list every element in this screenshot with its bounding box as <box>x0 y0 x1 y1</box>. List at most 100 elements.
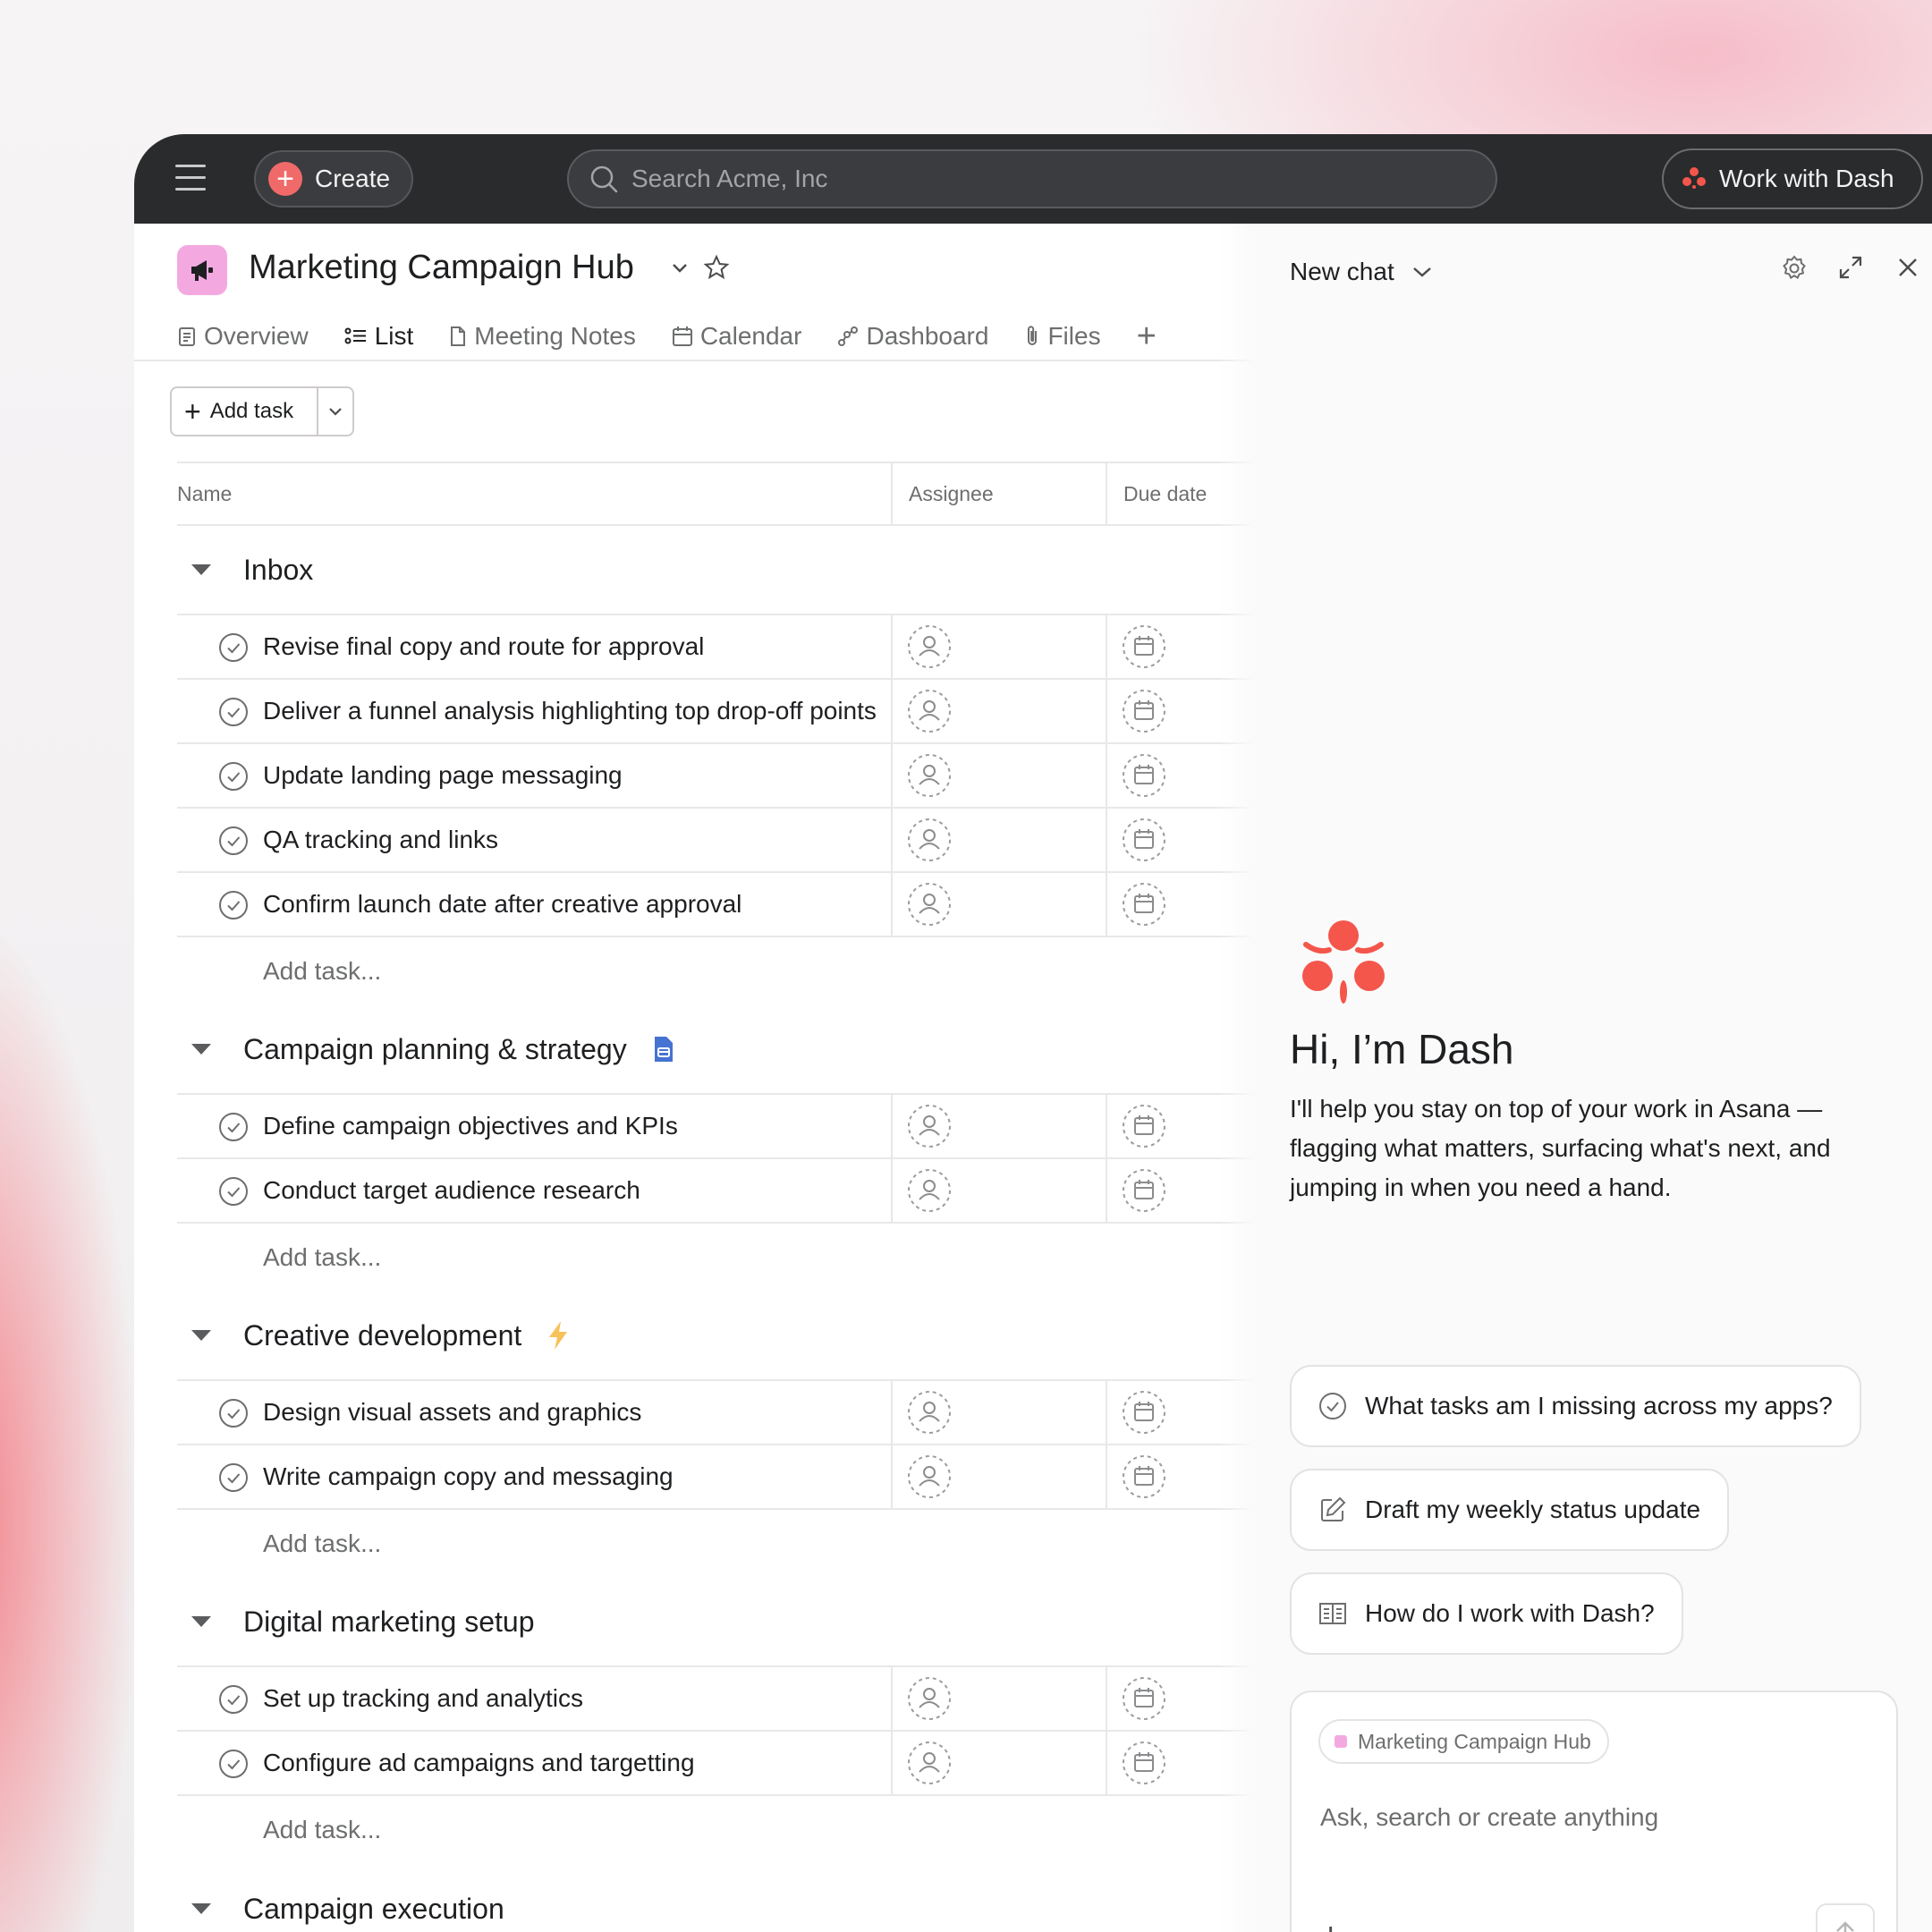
task-name[interactable]: QA tracking and links <box>263 809 891 871</box>
due-date-calendar-icon[interactable] <box>1122 1676 1166 1721</box>
assignee-avatar-icon[interactable] <box>907 882 952 927</box>
task-complete-toggle[interactable] <box>218 826 249 862</box>
task-complete-toggle[interactable] <box>218 1398 249 1435</box>
task-name[interactable]: Design visual assets and graphics <box>263 1381 891 1444</box>
tab-meeting-notes[interactable]: Meeting Notes <box>449 322 636 351</box>
section-header[interactable]: Digital marketing setup <box>177 1578 1254 1667</box>
due-date-calendar-icon[interactable] <box>1122 1454 1166 1499</box>
table-row[interactable]: Conduct target audience research <box>177 1159 1254 1224</box>
assignee-avatar-icon[interactable] <box>907 818 952 862</box>
tab-files[interactable]: Files <box>1024 322 1101 351</box>
table-row[interactable]: Configure ad campaigns and targetting <box>177 1732 1254 1796</box>
task-complete-toggle[interactable] <box>218 697 249 733</box>
task-complete-toggle[interactable] <box>218 1749 249 1785</box>
expand-icon[interactable] <box>1837 254 1864 281</box>
add-task-main[interactable]: + Add task <box>172 388 318 435</box>
assignee-avatar-icon[interactable] <box>907 1104 952 1148</box>
check-circle-icon[interactable] <box>218 1462 249 1493</box>
tab-dashboard[interactable]: Dashboard <box>837 322 988 351</box>
send-button[interactable] <box>1816 1903 1875 1932</box>
add-task-button[interactable]: + Add task <box>170 386 354 436</box>
task-name[interactable]: Confirm launch date after creative appro… <box>263 873 891 936</box>
task-complete-toggle[interactable] <box>218 1112 249 1148</box>
check-circle-icon[interactable] <box>218 890 249 920</box>
table-row[interactable]: Deliver a funnel analysis highlighting t… <box>177 680 1254 744</box>
section-header[interactable]: Inbox <box>177 526 1254 615</box>
table-row[interactable]: Design visual assets and graphics <box>177 1381 1254 1445</box>
task-name[interactable]: Update landing page messaging <box>263 744 891 807</box>
check-circle-icon[interactable] <box>218 632 249 663</box>
collapse-triangle-icon[interactable] <box>191 1616 211 1627</box>
check-circle-icon[interactable] <box>218 1684 249 1715</box>
check-circle-icon[interactable] <box>218 1176 249 1207</box>
task-complete-toggle[interactable] <box>218 1176 249 1213</box>
assignee-cell[interactable] <box>891 615 1106 678</box>
check-circle-icon[interactable] <box>218 761 249 792</box>
task-name[interactable]: Conduct target audience research <box>263 1159 891 1222</box>
table-row[interactable]: QA tracking and links <box>177 809 1254 873</box>
menu-icon[interactable] <box>175 165 206 191</box>
task-name[interactable]: Revise final copy and route for approval <box>263 615 891 678</box>
task-name[interactable]: Define campaign objectives and KPIs <box>263 1095 891 1157</box>
assignee-cell[interactable] <box>891 1159 1106 1222</box>
assignee-avatar-icon[interactable] <box>907 1676 952 1721</box>
tab-list[interactable]: List <box>344 322 413 351</box>
due-date-calendar-icon[interactable] <box>1122 1168 1166 1213</box>
add-tab-icon[interactable]: + <box>1137 319 1157 353</box>
due-date-calendar-icon[interactable] <box>1122 689 1166 733</box>
assignee-cell[interactable] <box>891 809 1106 871</box>
column-name[interactable]: Name <box>177 463 232 524</box>
assignee-cell[interactable] <box>891 1445 1106 1508</box>
add-task-inline[interactable]: Add task... <box>177 1796 1254 1864</box>
due-date-calendar-icon[interactable] <box>1122 1104 1166 1148</box>
due-date-calendar-icon[interactable] <box>1122 882 1166 927</box>
section-header[interactable]: Campaign execution <box>177 1864 1254 1932</box>
task-complete-toggle[interactable] <box>218 632 249 669</box>
assignee-avatar-icon[interactable] <box>907 624 952 669</box>
table-row[interactable]: Confirm launch date after creative appro… <box>177 873 1254 937</box>
due-date-calendar-icon[interactable] <box>1122 624 1166 669</box>
add-task-inline[interactable]: Add task... <box>177 1224 1254 1292</box>
star-icon[interactable] <box>703 254 730 281</box>
due-date-calendar-icon[interactable] <box>1122 1741 1166 1785</box>
column-assignee[interactable]: Assignee <box>891 463 1106 524</box>
task-complete-toggle[interactable] <box>218 890 249 927</box>
assignee-cell[interactable] <box>891 873 1106 936</box>
assignee-avatar-icon[interactable] <box>907 1168 952 1213</box>
due-date-calendar-icon[interactable] <box>1122 1390 1166 1435</box>
assignee-cell[interactable] <box>891 744 1106 807</box>
assignee-cell[interactable] <box>891 680 1106 742</box>
collapse-triangle-icon[interactable] <box>191 1330 211 1341</box>
table-row[interactable]: Set up tracking and analytics <box>177 1667 1254 1732</box>
settings-gear-icon[interactable] <box>1780 254 1809 283</box>
due-date-calendar-icon[interactable] <box>1122 818 1166 862</box>
chat-selector[interactable]: New chat <box>1290 258 1434 286</box>
task-complete-toggle[interactable] <box>218 761 249 798</box>
add-task-inline[interactable]: Add task... <box>177 937 1254 1005</box>
suggestion-missing-tasks[interactable]: What tasks am I missing across my apps? <box>1290 1365 1861 1447</box>
collapse-triangle-icon[interactable] <box>191 1044 211 1055</box>
table-row[interactable]: Update landing page messaging <box>177 744 1254 809</box>
section-header[interactable]: Campaign planning & strategy <box>177 1005 1254 1095</box>
check-circle-icon[interactable] <box>218 1112 249 1142</box>
assignee-avatar-icon[interactable] <box>907 753 952 798</box>
check-circle-icon[interactable] <box>218 826 249 856</box>
add-task-dropdown[interactable] <box>318 405 352 418</box>
add-task-inline[interactable]: Add task... <box>177 1510 1254 1578</box>
search-bar[interactable]: Search Acme, Inc <box>567 149 1497 208</box>
collapse-triangle-icon[interactable] <box>191 1903 211 1914</box>
table-row[interactable]: Revise final copy and route for approval <box>177 615 1254 680</box>
attach-plus-icon[interactable]: + <box>1320 1918 1341 1932</box>
context-pill[interactable]: Marketing Campaign Hub <box>1318 1719 1609 1764</box>
assignee-cell[interactable] <box>891 1381 1106 1444</box>
suggestion-status-update[interactable]: Draft my weekly status update <box>1290 1469 1730 1551</box>
due-date-calendar-icon[interactable] <box>1122 753 1166 798</box>
suggestion-how-dash[interactable]: How do I work with Dash? <box>1290 1572 1683 1655</box>
section-header[interactable]: Creative development <box>177 1292 1254 1381</box>
tab-overview[interactable]: Overview <box>177 322 309 351</box>
task-name[interactable]: Configure ad campaigns and targetting <box>263 1732 891 1794</box>
task-complete-toggle[interactable] <box>218 1462 249 1499</box>
task-name[interactable]: Write campaign copy and messaging <box>263 1445 891 1508</box>
assignee-cell[interactable] <box>891 1667 1106 1730</box>
task-complete-toggle[interactable] <box>218 1684 249 1721</box>
